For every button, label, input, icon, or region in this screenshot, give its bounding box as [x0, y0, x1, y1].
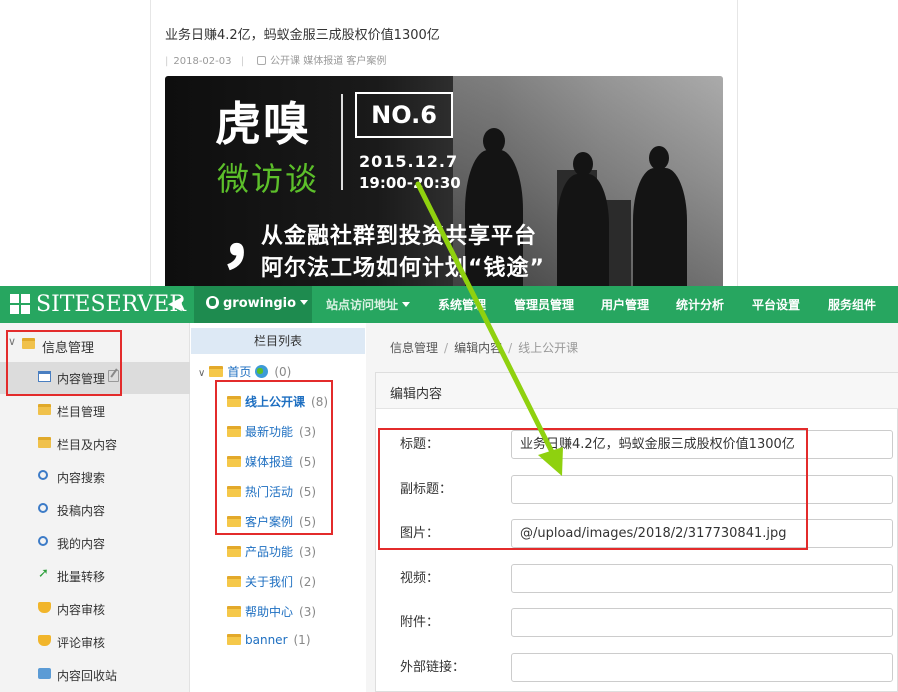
siteserver-logo[interactable]: SITESERVER: [10, 292, 186, 317]
nav-admin[interactable]: 管理员管理: [514, 296, 574, 313]
article-date: 2018-02-03: [173, 56, 232, 67]
article-banner-image[interactable]: 虎嗅 微访谈 NO.6 2015.12.7 19:00-20:30 ， 从金融社…: [165, 76, 723, 300]
move-arrow-icon: [38, 566, 51, 581]
tree-node-media[interactable]: 媒体报道 (5): [227, 453, 316, 473]
nav-system[interactable]: 系统管理: [438, 296, 486, 313]
window-icon: [38, 371, 51, 382]
channel-tree-header: 栏目列表: [191, 328, 365, 354]
sidebar-item-recycle-bin[interactable]: 内容回收站: [0, 659, 190, 691]
sidebar-item-channel-manage[interactable]: 栏目管理: [0, 395, 190, 427]
banner-date: 2015.12.7: [359, 152, 459, 171]
folder-icon: [227, 396, 241, 407]
search-icon: [38, 503, 48, 513]
breadcrumb-current: 线上公开课: [518, 341, 579, 355]
video-label: 视频：: [400, 571, 440, 586]
channel-tree: 栏目列表 ∨ 首页 (0) 线上公开课 (8) 最新功能 (3) 媒体报道 (5) 热门活…: [191, 323, 365, 692]
sidebar-item-comment-review[interactable]: 评论审核: [0, 626, 190, 658]
sidebar: ∨ 信息管理 内容管理 栏目管理 栏目及内容 内容搜索 投稿内容 我的内容 ➚ …: [0, 323, 190, 692]
external-link-input[interactable]: [511, 653, 893, 682]
folder-icon: [227, 634, 241, 645]
nav-services[interactable]: 服务组件: [828, 296, 876, 313]
banner-headline-2: 阿尔法工场如何计划“钱途”: [261, 256, 545, 281]
tree-node-online-course[interactable]: 线上公开课 (8): [227, 393, 328, 413]
nav-site-url[interactable]: 站点访问地址: [326, 296, 411, 313]
logo-grid-icon: [10, 294, 30, 314]
sidebar-item-content-search[interactable]: 内容搜索: [0, 461, 190, 493]
chevron-down-icon: [402, 302, 411, 307]
banner-brand: 虎嗅: [215, 97, 311, 151]
cms-window: SITESERVER ◀ growingio 站点访问地址 系统管理 管理员管理…: [0, 286, 898, 692]
edit-panel: 编辑内容 标题： 业务日赚4.2亿，蚂蚁金服三成股权价值1300亿 副标题： 图…: [375, 372, 898, 692]
sidebar-section-info[interactable]: ∨ 信息管理: [0, 329, 190, 361]
tree-node-help[interactable]: 帮助中心 (3): [227, 603, 316, 623]
folder-icon: [38, 404, 51, 415]
back-arrow-icon[interactable]: ◀: [168, 293, 182, 314]
search-icon: [38, 536, 48, 546]
folder-icon: [227, 516, 241, 527]
sidebar-item-content-review[interactable]: 内容审核: [0, 593, 190, 625]
globe-icon: [255, 365, 269, 378]
image-input[interactable]: @/upload/images/2018/2/317730841.jpg: [511, 519, 893, 548]
title-input[interactable]: 业务日赚4.2亿，蚂蚁金服三成股权价值1300亿: [511, 430, 893, 459]
attachment-label: 附件：: [400, 615, 440, 630]
image-label: 图片：: [400, 526, 440, 541]
tag-icon: [257, 56, 267, 65]
banner-headline-1: 从金融社群到投资共享平台: [261, 224, 538, 249]
chevron-down-icon: [300, 300, 309, 305]
breadcrumb-item[interactable]: 编辑内容: [454, 341, 502, 355]
edit-icon[interactable]: [108, 370, 119, 382]
nav-settings[interactable]: 平台设置: [752, 296, 800, 313]
nav-stats[interactable]: 统计分析: [676, 296, 724, 313]
sidebar-item-my-content[interactable]: 我的内容: [0, 527, 190, 559]
article-meta: | 2018-02-03 | 公开课 媒体报道 客户案例: [165, 56, 387, 67]
tree-node-cases[interactable]: 客户案例 (5): [227, 513, 316, 533]
subtitle-label: 副标题：: [400, 482, 453, 497]
folder-icon: [209, 366, 224, 377]
attachment-input[interactable]: [511, 608, 893, 637]
folder-icon: [227, 426, 241, 437]
folder-icon: [227, 486, 241, 497]
folder-icon: [227, 576, 241, 587]
main-content: 信息管理 / 编辑内容 / 线上公开课 编辑内容 标题： 业务日赚4.2亿，蚂蚁金服三成…: [366, 323, 898, 692]
tree-node-product[interactable]: 产品功能 (3): [227, 543, 316, 563]
shield-icon: [38, 635, 51, 646]
chevron-down-icon: ∨: [8, 335, 17, 348]
title-label: 标题：: [400, 437, 440, 452]
site-selector[interactable]: growingio: [194, 286, 312, 323]
nav-users[interactable]: 用户管理: [601, 296, 649, 313]
breadcrumb: 信息管理 / 编辑内容 / 线上公开课: [366, 328, 898, 364]
globe-icon: [206, 296, 219, 309]
breadcrumb-item[interactable]: 信息管理: [390, 341, 438, 355]
folder-edit-icon: [38, 437, 51, 448]
sidebar-item-channel-content[interactable]: 栏目及内容: [0, 428, 190, 460]
folder-icon: [22, 338, 35, 349]
banner-divider: [341, 94, 343, 190]
banner-episode: NO.6: [355, 92, 453, 138]
sidebar-item-content-manage[interactable]: 内容管理: [0, 362, 190, 394]
panel-title: 编辑内容: [376, 373, 898, 409]
sidebar-item-batch-move[interactable]: 批量转移: [0, 560, 190, 592]
recycle-bin-icon: [38, 668, 51, 679]
top-navbar: SITESERVER ◀ growingio 站点访问地址 系统管理 管理员管理…: [0, 286, 898, 323]
article-preview-card: 业务日赚4.2亿，蚂蚁金服三成股权价值1300亿 | 2018-02-03 | 公开…: [150, 0, 738, 300]
external-link-label: 外部链接：: [400, 660, 466, 675]
search-icon: [38, 470, 48, 480]
shield-icon: [38, 602, 51, 613]
tree-node-home[interactable]: ∨ 首页 (0): [198, 363, 291, 383]
folder-icon: [227, 606, 241, 617]
folder-icon: [227, 546, 241, 557]
article-tags: 公开课 媒体报道 客户案例: [270, 56, 387, 67]
chevron-down-icon: ∨: [198, 368, 206, 379]
subtitle-input[interactable]: [511, 475, 893, 504]
banner-time: 19:00-20:30: [359, 174, 461, 192]
tree-node-events[interactable]: 热门活动 (5): [227, 483, 316, 503]
tree-node-banner[interactable]: banner (1): [227, 633, 311, 653]
sidebar-item-submissions[interactable]: 投稿内容: [0, 494, 190, 526]
tree-node-new-features[interactable]: 最新功能 (3): [227, 423, 316, 443]
tree-node-about[interactable]: 关于我们 (2): [227, 573, 316, 593]
folder-icon: [227, 456, 241, 467]
video-input[interactable]: [511, 564, 893, 593]
article-title[interactable]: 业务日赚4.2亿，蚂蚁金服三成股权价值1300亿: [165, 24, 440, 43]
